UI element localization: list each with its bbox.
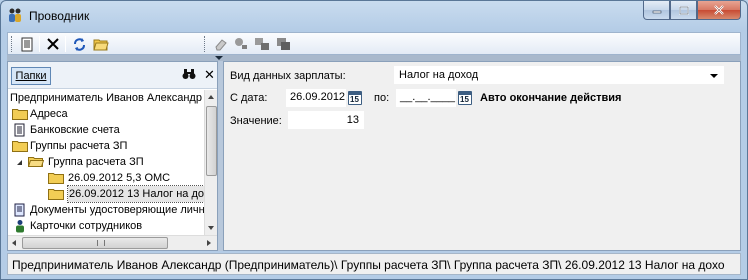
window-title: Проводник [29, 9, 90, 23]
folders-tab[interactable]: Папки [11, 67, 51, 85]
date-from-label: С дата: [230, 92, 268, 104]
stamp-icon [235, 38, 247, 49]
tree-item-label: Адреса [30, 108, 68, 120]
caption-buttons [643, 1, 741, 21]
calendar-day: 15 [350, 95, 359, 104]
calendar-day: 15 [460, 95, 469, 104]
folders-header: Папки ✕ [8, 62, 217, 89]
document-icon [21, 37, 33, 51]
toolbar-grip[interactable] [11, 36, 14, 52]
delete-icon [47, 38, 59, 50]
value-field-value: 13 [346, 114, 359, 126]
tree-item-label: Предприниматель Иванов Александр [10, 92, 202, 104]
status-path: Предприниматель Иванов Александр (Предпр… [12, 258, 725, 272]
eraser-button[interactable] [211, 35, 229, 53]
collapse-arrow-icon[interactable] [215, 56, 223, 60]
toolbar-separator [39, 36, 40, 52]
scroll-left-arrow-icon[interactable] [12, 240, 16, 246]
value-field[interactable]: 13 [288, 111, 364, 129]
toolbar [7, 32, 741, 55]
panel-close-icon[interactable]: ✕ [204, 67, 215, 83]
maximize-icon [678, 5, 689, 15]
scroll-thumb[interactable] [22, 237, 168, 249]
date-to-value: __.__.____ [400, 91, 456, 103]
folder-tree: Предприниматель Иванов Александр Адреса … [8, 90, 204, 235]
toolbar-grip[interactable] [204, 36, 207, 52]
close-icon [714, 5, 724, 15]
eraser-icon [214, 39, 227, 51]
explorer-window: Проводник Папки ✕ Предприниматель Иванов… [0, 0, 748, 280]
stamp-button[interactable] [232, 35, 250, 53]
folders-panel: Папки ✕ Предприниматель Иванов Александр… [7, 61, 218, 251]
binoculars-icon[interactable] [182, 69, 196, 80]
tree-item-label: Группы расчета ЗП [30, 140, 128, 152]
folder-open-icon [28, 157, 44, 167]
maximize-button[interactable] [670, 1, 697, 20]
date-to-field[interactable]: __.__.____ [396, 89, 456, 107]
tree-item-label: Банковские счета [30, 124, 120, 136]
refresh-button[interactable] [70, 35, 88, 53]
refresh-icon [73, 37, 85, 51]
minimize-button[interactable] [643, 1, 670, 20]
scroll-right-arrow-icon[interactable] [207, 240, 211, 246]
scroll-up-arrow-icon[interactable] [208, 95, 214, 99]
folder-icon [48, 173, 64, 184]
scroll-down-arrow-icon[interactable] [208, 226, 214, 230]
value-label: Значение: [230, 115, 282, 127]
auto-end-checkbox-label[interactable]: Авто окончание действия [480, 92, 621, 104]
tree-item-label: 26.09.2012 5,3 ОМС [68, 172, 171, 184]
tree-item-label: Документы удостоверяющие личн [30, 204, 204, 216]
status-bar: Предприниматель Иванов Александр (Предпр… [7, 253, 741, 275]
date-from-value: 26.09.2012 [290, 91, 346, 103]
person-icon [16, 220, 24, 233]
document-icon [14, 203, 25, 217]
tree-horizontal-scrollbar[interactable] [8, 235, 217, 250]
salary-type-value: Налог на доход [399, 69, 479, 81]
tree-vertical-scrollbar[interactable] [204, 90, 217, 235]
date-to-label: по: [374, 92, 390, 104]
date-from-field[interactable]: 26.09.2012 [286, 89, 346, 107]
duplicate-button[interactable] [274, 35, 292, 53]
people-icon [9, 8, 21, 22]
details-form: Вид данных зарплаты: Налог на доход С да… [223, 61, 741, 251]
move-button[interactable] [253, 35, 271, 53]
tree-item-label: Карточки сотрудников [30, 220, 143, 232]
title-bar[interactable]: Проводник [1, 1, 747, 29]
folder-open-icon [93, 39, 109, 51]
new-document-button[interactable] [18, 35, 36, 53]
scroll-thumb[interactable] [206, 106, 217, 176]
calendar-icon[interactable]: 15 [348, 91, 362, 105]
folder-icon [12, 141, 28, 152]
grip-icon [97, 240, 105, 246]
folder-icon [48, 189, 64, 200]
close-button[interactable] [697, 1, 741, 20]
duplicate-icon [277, 38, 290, 50]
salary-type-label: Вид данных зарплаты: [230, 70, 346, 82]
tree-item-label: 26.09.2012 13 Налог на дох [66, 185, 204, 203]
delete-button[interactable] [44, 35, 62, 53]
calendar-icon[interactable]: 15 [458, 91, 472, 105]
minimize-icon [652, 10, 661, 14]
folder-icon [12, 109, 28, 120]
toolbar-separator [65, 36, 66, 52]
tree-item-label: Группа расчета ЗП [48, 156, 144, 168]
copy-move-icon [255, 38, 269, 50]
open-folder-button[interactable] [92, 35, 110, 53]
chevron-down-icon[interactable] [710, 74, 718, 78]
document-icon [14, 123, 25, 137]
expand-arrow-icon[interactable] [16, 159, 23, 166]
salary-type-select[interactable]: Налог на доход [394, 66, 724, 84]
